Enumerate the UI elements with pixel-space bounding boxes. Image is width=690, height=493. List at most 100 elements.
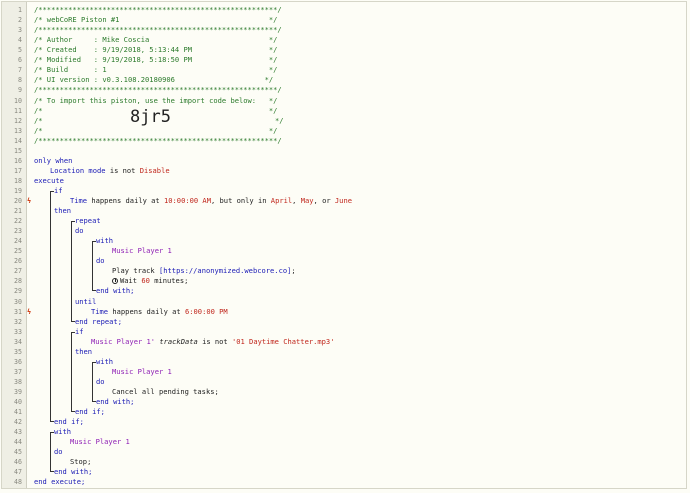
keyword-end-with: end with;: [96, 286, 135, 296]
code-line[interactable]: 35 then: [2, 347, 686, 357]
line-number: 16: [14, 156, 22, 165]
comment-modified: /* Modified : 9/19/2018, 5:18:50 PM */: [34, 55, 278, 65]
keyword-until: until: [75, 296, 97, 306]
code-line[interactable]: 7 /* Build : 1 */: [2, 65, 686, 75]
code-line[interactable]: 12 /* */ 8jr5: [2, 108, 686, 126]
code-line[interactable]: 14 /*************************************…: [2, 136, 686, 146]
code-line[interactable]: 46 Stop;: [2, 457, 686, 467]
keyword-end-repeat: end repeat;: [75, 316, 122, 326]
code-token: , or: [313, 196, 331, 205]
code-line[interactable]: 20 ϟ Time happens daily at 10:00:00 AM, bu…: [2, 196, 686, 206]
keyword-with: with: [96, 236, 114, 246]
keyword-with: with: [96, 356, 114, 366]
code-token: ,: [292, 196, 297, 205]
code-token: happens daily at: [91, 196, 160, 205]
code-line[interactable]: 5 /* Created : 9/19/2018, 5:13:44 PM */: [2, 45, 686, 55]
code-token: Play track: [112, 266, 155, 276]
code-line[interactable]: 4 /* Author : Mike Coscia */: [2, 35, 686, 45]
line-number: 48: [14, 478, 22, 487]
keyword-end-with: end with;: [96, 397, 135, 406]
device-music-player: Music Player 1: [70, 437, 130, 447]
line-number: 6: [18, 56, 22, 65]
line-number: 21: [14, 207, 22, 215]
code-line[interactable]: 31 ϟ Time happens daily at 6:00:00 PM: [2, 307, 686, 317]
code-line[interactable]: 47 end with;: [2, 467, 686, 477]
code-line[interactable]: 32 end repeat;: [2, 317, 686, 327]
code-line[interactable]: 28 Wait 60 minutes;: [2, 276, 686, 286]
comment-rule: /***************************************…: [34, 135, 282, 145]
code-line[interactable]: 13 /* */: [2, 126, 686, 136]
code-token: April: [270, 196, 293, 205]
comment-created: /* Created : 9/19/2018, 5:13:44 PM */: [34, 45, 278, 55]
line-number: 30: [14, 297, 22, 306]
line-number: 8: [18, 76, 22, 85]
code-line[interactable]: 10 /* To import this piston, use the impo…: [2, 96, 686, 106]
code-line[interactable]: 39 Cancel all pending tasks;: [2, 387, 686, 397]
device-music-player: Music Player 1: [112, 366, 172, 376]
trigger-icon: ϟ: [27, 307, 32, 316]
line-number: 46: [14, 458, 22, 467]
line-number: 44: [14, 438, 22, 447]
import-code[interactable]: 8jr5: [130, 108, 171, 125]
code-line[interactable]: 19 if: [2, 186, 686, 196]
code-line[interactable]: 29 end with;: [2, 286, 686, 296]
line-number: 12: [14, 116, 22, 125]
code-line[interactable]: 44 Music Player 1: [2, 437, 686, 447]
code-line[interactable]: 43 with: [2, 427, 686, 437]
keyword-end-with: end with;: [54, 467, 93, 477]
location-mode-token: Location mode: [50, 165, 106, 175]
keyword-repeat: repeat: [75, 216, 101, 226]
line-number: 24: [14, 237, 22, 246]
code-line[interactable]: 11/* */: [2, 106, 686, 116]
comment-rule: /***************************************…: [34, 5, 282, 14]
code-line[interactable]: 6 /* Modified : 9/19/2018, 5:18:50 PM */: [2, 55, 686, 65]
code-line[interactable]: 17 Location mode is not Disable: [2, 166, 686, 176]
code-line[interactable]: 18 execute: [2, 176, 686, 186]
line-number: 20: [14, 197, 22, 205]
code-line[interactable]: 22 repeat: [2, 216, 686, 226]
code-line[interactable]: 2 /* webCoRE Piston #1 */: [2, 15, 686, 25]
code-line[interactable]: 42 end if;: [2, 417, 686, 427]
code-line[interactable]: 34 Music Player 1' trackData is not '01 D…: [2, 337, 686, 347]
code-line[interactable]: 48 end execute;: [2, 477, 686, 487]
code-token: Wait: [120, 276, 138, 286]
code-token: May: [300, 196, 314, 205]
line-number: 29: [14, 287, 22, 296]
code-line[interactable]: 30 until: [2, 297, 686, 307]
code-line[interactable]: 37 Music Player 1: [2, 367, 686, 377]
comment-ui-version: /* UI version : v0.3.108.20180906 */: [34, 75, 274, 85]
cancel-tasks-statement: Cancel all pending tasks;: [112, 386, 219, 396]
line-number: 35: [14, 347, 22, 356]
code-line[interactable]: 25 Music Player 1: [2, 246, 686, 256]
code-line[interactable]: 27 Play track [https://anonymized.webcore…: [2, 266, 686, 276]
code-line[interactable]: 36 with: [2, 357, 686, 367]
track-url: [https://anonymized.webcore.co]: [159, 266, 292, 276]
code-line[interactable]: 3 /**************************************…: [2, 25, 686, 35]
line-number: 22: [14, 217, 22, 226]
comment-import-hint: /* To import this piston, use the import…: [34, 95, 278, 105]
code-line[interactable]: 45 do: [2, 447, 686, 457]
code-line[interactable]: 23 do: [2, 226, 686, 236]
line-number: 47: [14, 468, 22, 477]
code-line[interactable]: 38 do: [2, 377, 686, 387]
code-line[interactable]: 8 /* UI version : v0.3.108.20180906 */: [2, 75, 686, 85]
line-number: 36: [14, 357, 22, 366]
line-number: 15: [14, 146, 22, 155]
code-line[interactable]: 9 /**************************************…: [2, 85, 686, 95]
keyword-do: do: [54, 447, 63, 457]
line-number: 45: [14, 448, 22, 457]
code-line[interactable]: 24 with: [2, 236, 686, 246]
code-line[interactable]: 15: [2, 146, 686, 156]
keyword-end-if: end if;: [75, 407, 105, 416]
line-number: 31: [14, 307, 22, 316]
line-number: 37: [14, 367, 22, 376]
code-line[interactable]: 21 then: [2, 206, 686, 216]
code-line[interactable]: 40 end with;: [2, 397, 686, 407]
code-line[interactable]: 1 /**************************************…: [2, 5, 686, 15]
code-line[interactable]: 33 if: [2, 327, 686, 337]
code-line[interactable]: 26 do: [2, 256, 686, 266]
code-line[interactable]: 41 end if;: [2, 407, 686, 417]
keyword-then: then: [54, 206, 72, 215]
code-line[interactable]: 16 only when: [2, 156, 686, 166]
line-number: 28: [14, 277, 22, 286]
